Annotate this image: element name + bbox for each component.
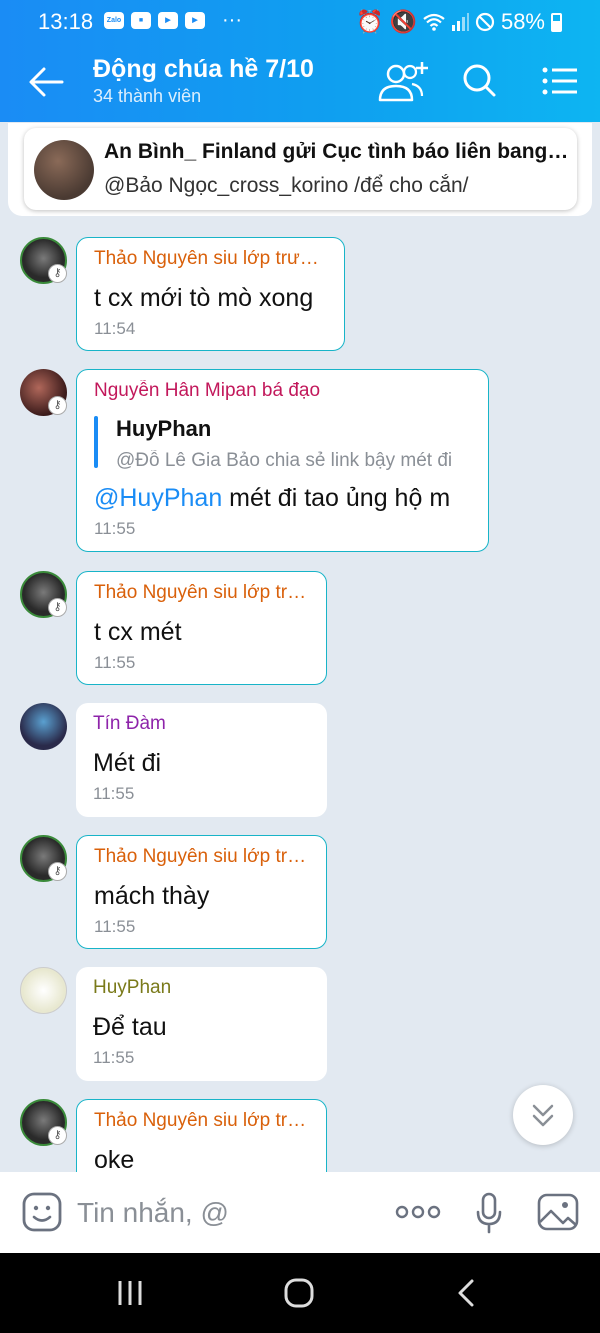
quote-sender: HuyPhan bbox=[116, 416, 212, 441]
message-text: Để tau bbox=[93, 1013, 167, 1041]
sender-name: Nguyễn Hân Mipan bá đạo bbox=[94, 380, 321, 401]
youtube-icon: ▶ bbox=[185, 12, 205, 29]
more-options-icon[interactable] bbox=[395, 1200, 441, 1224]
pinned-area: An Bình_ Finland gửi Cục tình báo liên b… bbox=[8, 123, 592, 216]
chat-header: 13:18 Zalo ■ ▶ ▶ ··· ⏰ 🔇 58% Động chúa h… bbox=[0, 0, 600, 122]
message-input[interactable]: Tin nhắn, @ bbox=[77, 1197, 229, 1229]
quote-bar bbox=[94, 416, 98, 468]
message-time: 11:54 bbox=[94, 319, 136, 338]
message-bubble[interactable]: Tín Đàm Mét đi 11:55 bbox=[76, 703, 327, 817]
message-bubble[interactable]: Thảo Nguyên siu lớp trưởng t cx mét 11:5… bbox=[76, 571, 327, 685]
message-text: mét đi tao ủng hộ m bbox=[222, 484, 451, 512]
system-nav-bar bbox=[0, 1253, 600, 1333]
message-text: t cx mới tò mò xong bbox=[94, 284, 314, 312]
member-count: 34 thành viên bbox=[93, 86, 202, 106]
status-bar: 13:18 Zalo ■ ▶ ▶ ··· ⏰ 🔇 58% bbox=[0, 0, 600, 42]
avatar[interactable] bbox=[20, 703, 67, 750]
alarm-icon: ⏰ bbox=[356, 9, 384, 34]
image-icon[interactable] bbox=[537, 1192, 579, 1232]
back-icon[interactable] bbox=[456, 1278, 476, 1308]
pinned-text: @Bảo Ngọc_cross_korino /để cho cắn/ bbox=[104, 174, 469, 197]
chat-title-group[interactable]: Động chúa hề 7/10 34 thành viên bbox=[93, 54, 314, 107]
battery-icon bbox=[551, 12, 562, 32]
message-bubble[interactable]: Thảo Nguyên siu lớp trưởng oke bbox=[76, 1099, 327, 1172]
status-app-icons: Zalo ■ ▶ ▶ ··· bbox=[104, 9, 242, 31]
key-icon: ⚷ bbox=[48, 264, 67, 283]
sender-name: Tín Đàm bbox=[93, 713, 166, 734]
pinned-title: An Bình_ Finland gửi Cục tình báo liên b… bbox=[104, 140, 569, 163]
group-title: Động chúa hề 7/10 bbox=[93, 55, 314, 83]
status-time: 13:18 bbox=[38, 9, 94, 34]
message-bubble[interactable]: Nguyễn Hân Mipan bá đạo HuyPhan @Đỗ Lê G… bbox=[76, 369, 489, 552]
add-member-icon[interactable] bbox=[374, 60, 430, 104]
double-chevron-down-icon bbox=[532, 1104, 554, 1127]
message-text: t cx mét bbox=[94, 618, 182, 646]
wifi-icon bbox=[423, 13, 445, 31]
message-time: 11:55 bbox=[94, 653, 136, 672]
search-icon[interactable] bbox=[461, 60, 497, 100]
sender-name: Thảo Nguyên siu lớp trưởng bbox=[94, 248, 327, 269]
microphone-icon[interactable] bbox=[475, 1192, 503, 1234]
back-arrow-icon[interactable] bbox=[26, 64, 66, 100]
key-icon: ⚷ bbox=[48, 396, 67, 415]
message-text-line: @HuyPhan mét đi tao ủng hộ m bbox=[94, 484, 471, 513]
sender-name: Thảo Nguyên siu lớp trưởng bbox=[94, 1110, 309, 1131]
mention-link[interactable]: @HuyPhan bbox=[94, 484, 222, 512]
message-list[interactable]: ⚷ Thảo Nguyên siu lớp trưởng t cx mới tò… bbox=[0, 216, 600, 1172]
message-time: 11:55 bbox=[94, 519, 136, 538]
menu-list-icon[interactable] bbox=[541, 60, 579, 100]
key-icon: ⚷ bbox=[48, 1126, 67, 1145]
quoted-message[interactable]: HuyPhan @Đỗ Lê Gia Bảo chia sẻ link bậy … bbox=[94, 416, 471, 472]
message-bubble[interactable]: Thảo Nguyên siu lớp trưởng mách thày 11:… bbox=[76, 835, 327, 949]
message-text: Mét đi bbox=[93, 749, 162, 777]
home-icon[interactable] bbox=[283, 1277, 315, 1309]
signal-icon bbox=[451, 13, 469, 31]
avatar[interactable] bbox=[20, 967, 67, 1014]
avatar bbox=[34, 140, 94, 200]
dnd-icon bbox=[475, 12, 495, 32]
message-bubble[interactable]: Thảo Nguyên siu lớp trưởng t cx mới tò m… bbox=[76, 237, 345, 351]
more-notifications-icon: ··· bbox=[222, 9, 242, 31]
composer-bar: Tin nhắn, @ bbox=[0, 1172, 600, 1253]
sender-name: Thảo Nguyên siu lớp trưởng bbox=[94, 582, 309, 603]
message-text: oke bbox=[94, 1146, 135, 1172]
message-text: mách thày bbox=[94, 882, 210, 910]
battery-percent: 58% bbox=[500, 9, 545, 34]
pinned-message[interactable]: An Bình_ Finland gửi Cục tình báo liên b… bbox=[24, 128, 577, 210]
zalo-icon: Zalo bbox=[104, 12, 124, 29]
message-bubble[interactable]: HuyPhan Để tau 11:55 bbox=[76, 967, 327, 1081]
sender-name: Thảo Nguyên siu lớp trưởng bbox=[94, 846, 309, 867]
key-icon: ⚷ bbox=[48, 862, 67, 881]
message-time: 11:55 bbox=[94, 917, 136, 936]
sticker-icon[interactable] bbox=[22, 1192, 62, 1232]
scroll-to-bottom-button[interactable] bbox=[513, 1085, 573, 1145]
sender-name: HuyPhan bbox=[93, 977, 172, 998]
youtube-icon: ▶ bbox=[158, 12, 178, 29]
recent-apps-icon[interactable] bbox=[116, 1279, 144, 1307]
quote-text: @Đỗ Lê Gia Bảo chia sẻ link bậy mét đi bbox=[116, 450, 453, 471]
key-icon: ⚷ bbox=[48, 598, 67, 617]
message-time: 11:55 bbox=[93, 784, 135, 803]
status-system-icons: ⏰ 🔇 58% bbox=[356, 9, 562, 35]
message-time: 11:55 bbox=[93, 1048, 135, 1067]
mute-icon: 🔇 bbox=[389, 9, 417, 34]
gamepad-icon: ■ bbox=[131, 12, 151, 29]
